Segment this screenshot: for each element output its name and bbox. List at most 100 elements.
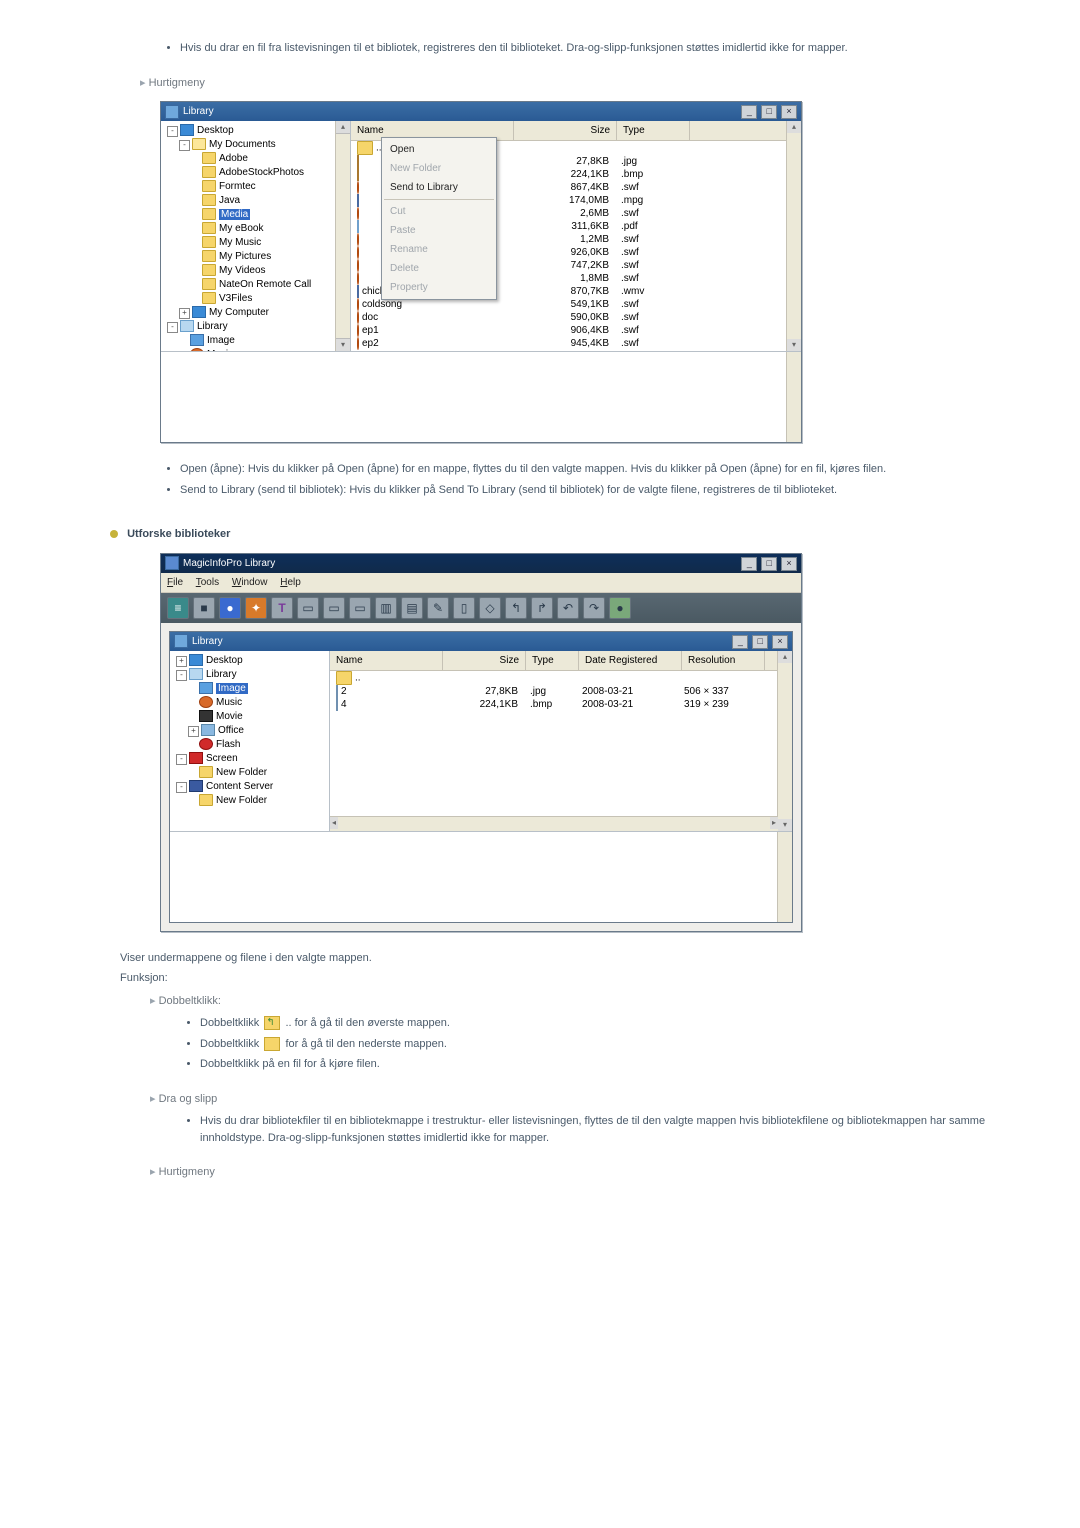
table-row[interactable]: 4224,1KB.bmp2008-03-21319 × 239 bbox=[330, 698, 792, 711]
tool-icon[interactable]: ↶ bbox=[557, 597, 579, 619]
tool-icon[interactable]: ■ bbox=[193, 597, 215, 619]
tool-icon[interactable]: ▤ bbox=[401, 597, 423, 619]
tree-node[interactable]: Flash bbox=[176, 738, 326, 752]
tree-node[interactable]: Image bbox=[167, 334, 347, 348]
maximize-button[interactable]: □ bbox=[752, 635, 768, 649]
tree-node[interactable]: Adobe bbox=[167, 152, 347, 166]
tree-node[interactable]: Image bbox=[176, 682, 326, 696]
tool-icon[interactable]: ✦ bbox=[245, 597, 267, 619]
col-size[interactable]: Size bbox=[443, 651, 526, 670]
table-row[interactable]: 227,8KB.jpg2008-03-21506 × 337 bbox=[330, 685, 792, 698]
inner-titlebar[interactable]: Library _ □ × bbox=[170, 632, 792, 651]
tree-node[interactable]: Formtec bbox=[167, 180, 347, 194]
tool-icon[interactable]: ↷ bbox=[583, 597, 605, 619]
tree-node[interactable]: Media bbox=[167, 208, 347, 222]
minimize-button[interactable]: _ bbox=[741, 105, 757, 119]
tree-node[interactable]: My Pictures bbox=[167, 250, 347, 264]
list-header-2: Name Size Type Date Registered Resolutio… bbox=[330, 651, 792, 671]
menu-window[interactable]: Window bbox=[232, 577, 268, 588]
tool-icon[interactable]: ▥ bbox=[375, 597, 397, 619]
tree-node[interactable]: -Content Server bbox=[176, 780, 326, 794]
tree-node[interactable]: -Library bbox=[176, 668, 326, 682]
library-tree[interactable]: +Desktop-LibraryImageMusicMovie+OfficeFl… bbox=[170, 651, 330, 831]
library-file-list[interactable]: Name Size Type Date Registered Resolutio… bbox=[330, 651, 792, 831]
close-button[interactable]: × bbox=[781, 557, 797, 571]
tool-icon[interactable]: ▭ bbox=[349, 597, 371, 619]
list-scrollbar[interactable] bbox=[777, 651, 792, 831]
list-h-scrollbar[interactable] bbox=[330, 816, 778, 831]
library-window-1: Library _ □ × -Desktop-My DocumentsAdobe… bbox=[160, 101, 802, 443]
maximize-button[interactable]: □ bbox=[761, 105, 777, 119]
tree-node[interactable]: Java bbox=[167, 194, 347, 208]
maximize-button[interactable]: □ bbox=[761, 557, 777, 571]
tree-node[interactable]: +Desktop bbox=[176, 654, 326, 668]
app-titlebar[interactable]: MagicInfoPro Library _ □ × bbox=[161, 554, 801, 573]
context-menu[interactable]: OpenNew FolderSend to LibraryCutPasteRen… bbox=[381, 137, 497, 300]
tool-icon[interactable]: ↱ bbox=[531, 597, 553, 619]
tree-scrollbar[interactable] bbox=[335, 121, 350, 351]
tool-icon[interactable]: ● bbox=[219, 597, 241, 619]
col-type[interactable]: Type bbox=[526, 651, 579, 670]
minimize-button[interactable]: _ bbox=[732, 635, 748, 649]
tool-icon[interactable]: ≡ bbox=[167, 597, 189, 619]
menu-file[interactable]: File bbox=[167, 577, 183, 588]
tree-node[interactable]: Movie bbox=[176, 710, 326, 724]
tool-text-icon[interactable]: T bbox=[271, 597, 293, 619]
preview-pane-1 bbox=[161, 351, 801, 442]
table-row[interactable]: ep1906,4KB.swf bbox=[351, 324, 801, 337]
tree-node[interactable]: My Videos bbox=[167, 264, 347, 278]
tree-node[interactable]: My Music bbox=[167, 236, 347, 250]
close-button[interactable]: × bbox=[781, 105, 797, 119]
col-type[interactable]: Type bbox=[617, 121, 690, 140]
tree-node[interactable]: -Library bbox=[167, 320, 347, 334]
context-menu-item: Cut bbox=[384, 202, 494, 221]
col-res[interactable]: Resolution bbox=[682, 651, 765, 670]
tree-node[interactable]: -My Documents bbox=[167, 138, 347, 152]
tool-icon[interactable]: ↰ bbox=[505, 597, 527, 619]
close-button[interactable]: × bbox=[772, 635, 788, 649]
titlebar-1[interactable]: Library _ □ × bbox=[161, 102, 801, 121]
tool-icon[interactable]: ◇ bbox=[479, 597, 501, 619]
menu-tools[interactable]: Tools bbox=[196, 577, 219, 588]
menu-help[interactable]: Help bbox=[280, 577, 301, 588]
tree-node[interactable]: NateOn Remote Call bbox=[167, 278, 347, 292]
tool-icon[interactable]: ▭ bbox=[297, 597, 319, 619]
context-menu-item[interactable]: Send to Library bbox=[384, 178, 494, 197]
up-folder-icon bbox=[264, 1016, 280, 1030]
file-list-pane[interactable]: Name Size Type ..27,8KB.jpg224,1KB.bmp86… bbox=[351, 121, 801, 351]
app-title: MagicInfoPro Library bbox=[183, 556, 275, 571]
preview-scrollbar[interactable] bbox=[777, 832, 792, 922]
preview-pane-2 bbox=[170, 831, 792, 922]
context-menu-item: Delete bbox=[384, 259, 494, 278]
table-row[interactable]: .. bbox=[330, 671, 792, 685]
tool-icon[interactable]: ▭ bbox=[323, 597, 345, 619]
minimize-button[interactable]: _ bbox=[741, 557, 757, 571]
tree-node[interactable]: Music bbox=[176, 696, 326, 710]
col-date[interactable]: Date Registered bbox=[579, 651, 682, 670]
folder-tree[interactable]: -Desktop-My DocumentsAdobeAdobeStockPhot… bbox=[161, 121, 351, 351]
tool-icon[interactable]: ▯ bbox=[453, 597, 475, 619]
dobbeltklikk-head: Dobbeltklikk: bbox=[150, 993, 1020, 1010]
context-menu-item[interactable]: Open bbox=[384, 140, 494, 159]
tree-node[interactable]: +Office bbox=[176, 724, 326, 738]
dbl-bullet: Dobbeltklikk for å gå til den nederste m… bbox=[200, 1036, 1020, 1053]
table-row[interactable]: doc590,0KB.swf bbox=[351, 311, 801, 324]
tree-node[interactable]: -Desktop bbox=[167, 124, 347, 138]
tool-icon[interactable]: ✎ bbox=[427, 597, 449, 619]
window-title: Library bbox=[183, 104, 214, 119]
col-size[interactable]: Size bbox=[514, 121, 617, 140]
table-row[interactable]: ep2945,4KB.swf bbox=[351, 337, 801, 350]
section-heading-explore: Utforske biblioteker bbox=[110, 526, 1020, 543]
list-scrollbar[interactable] bbox=[786, 121, 801, 351]
tool-icon[interactable]: ● bbox=[609, 597, 631, 619]
preview-scrollbar[interactable] bbox=[786, 352, 801, 442]
menubar[interactable]: File Tools Window Help bbox=[161, 573, 801, 593]
tree-node[interactable]: V3Files bbox=[167, 292, 347, 306]
col-name[interactable]: Name bbox=[330, 651, 443, 670]
tree-node[interactable]: My eBook bbox=[167, 222, 347, 236]
tree-node[interactable]: +My Computer bbox=[167, 306, 347, 320]
tree-node[interactable]: AdobeStockPhotos bbox=[167, 166, 347, 180]
tree-node[interactable]: -Screen bbox=[176, 752, 326, 766]
tree-node[interactable]: New Folder bbox=[176, 794, 326, 808]
tree-node[interactable]: New Folder bbox=[176, 766, 326, 780]
